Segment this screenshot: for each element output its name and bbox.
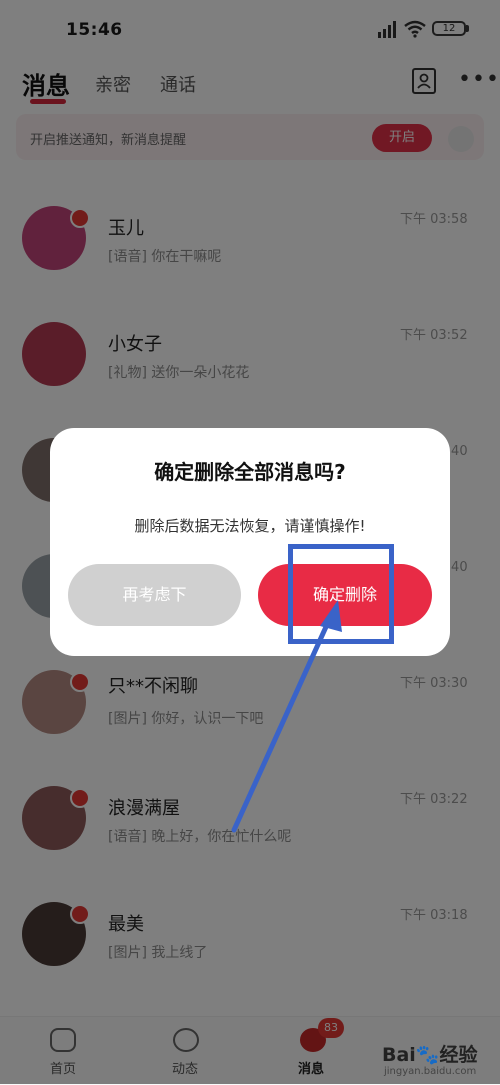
annotation-arrow xyxy=(231,600,342,833)
watermark-url: jingyan.baidu.com xyxy=(384,1066,477,1077)
watermark-logo: Bai🐾经验 xyxy=(382,1044,478,1066)
